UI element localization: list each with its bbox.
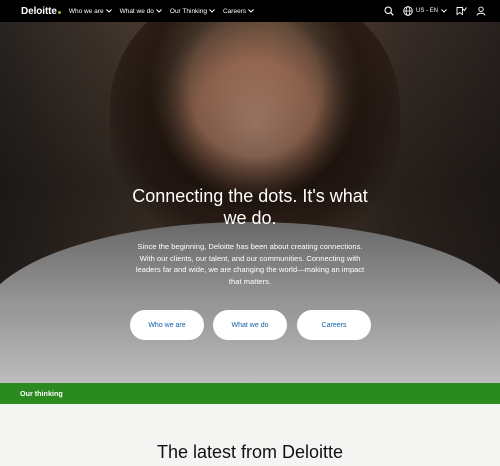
nav-item-label: What we do bbox=[119, 7, 154, 15]
bookmark-icon[interactable] bbox=[456, 6, 467, 16]
latest-title: The latest from Deloitte bbox=[156, 442, 344, 462]
latest-section: The latest from Deloitte bbox=[0, 404, 500, 466]
main-menu: Who we are What we do Our Thinking Caree… bbox=[69, 8, 262, 15]
chevron-down-icon bbox=[156, 9, 162, 13]
nav-item-careers[interactable]: Careers bbox=[223, 8, 254, 15]
user-icon[interactable] bbox=[476, 6, 486, 16]
top-nav: Deloitte Who we are What we do Our Think… bbox=[0, 0, 500, 22]
deloitte-logo[interactable]: Deloitte bbox=[21, 6, 61, 17]
hero-section: Connecting the dots. It's what we do. Si… bbox=[0, 22, 500, 383]
hero-buttons: Who we are What we do Careers bbox=[0, 310, 500, 340]
hero-description: Since the beginning, Deloitte has been a… bbox=[135, 242, 365, 286]
nav-item-what-we-do[interactable]: What we do bbox=[120, 8, 162, 15]
nav-utilities: US - EN bbox=[384, 0, 486, 22]
globe-icon bbox=[403, 6, 413, 16]
logo-dot bbox=[57, 10, 61, 14]
careers-button[interactable]: Careers bbox=[297, 310, 371, 340]
language-selector[interactable]: US - EN bbox=[403, 6, 447, 16]
chevron-down-icon bbox=[441, 9, 447, 13]
language-label: US - EN bbox=[415, 8, 438, 14]
nav-item-who-we-are[interactable]: Who we are bbox=[69, 8, 112, 15]
hero-title: Connecting the dots. It's what we do. bbox=[132, 186, 368, 228]
what-we-do-button[interactable]: What we do bbox=[213, 310, 287, 340]
our-thinking-bar[interactable]: Our thinking bbox=[0, 383, 500, 404]
nav-item-label: Who we are bbox=[68, 7, 104, 15]
logo-text: Deloitte bbox=[21, 5, 57, 17]
our-thinking-label: Our thinking bbox=[20, 389, 63, 398]
chevron-down-icon bbox=[248, 9, 254, 13]
who-we-are-button[interactable]: Who we are bbox=[130, 310, 204, 340]
chevron-down-icon bbox=[105, 9, 112, 13]
nav-item-label: Careers bbox=[222, 7, 247, 15]
search-icon[interactable] bbox=[384, 6, 394, 16]
nav-item-our-thinking[interactable]: Our Thinking bbox=[170, 8, 215, 15]
nav-item-label: Our Thinking bbox=[169, 7, 207, 15]
chevron-down-icon bbox=[209, 9, 215, 13]
